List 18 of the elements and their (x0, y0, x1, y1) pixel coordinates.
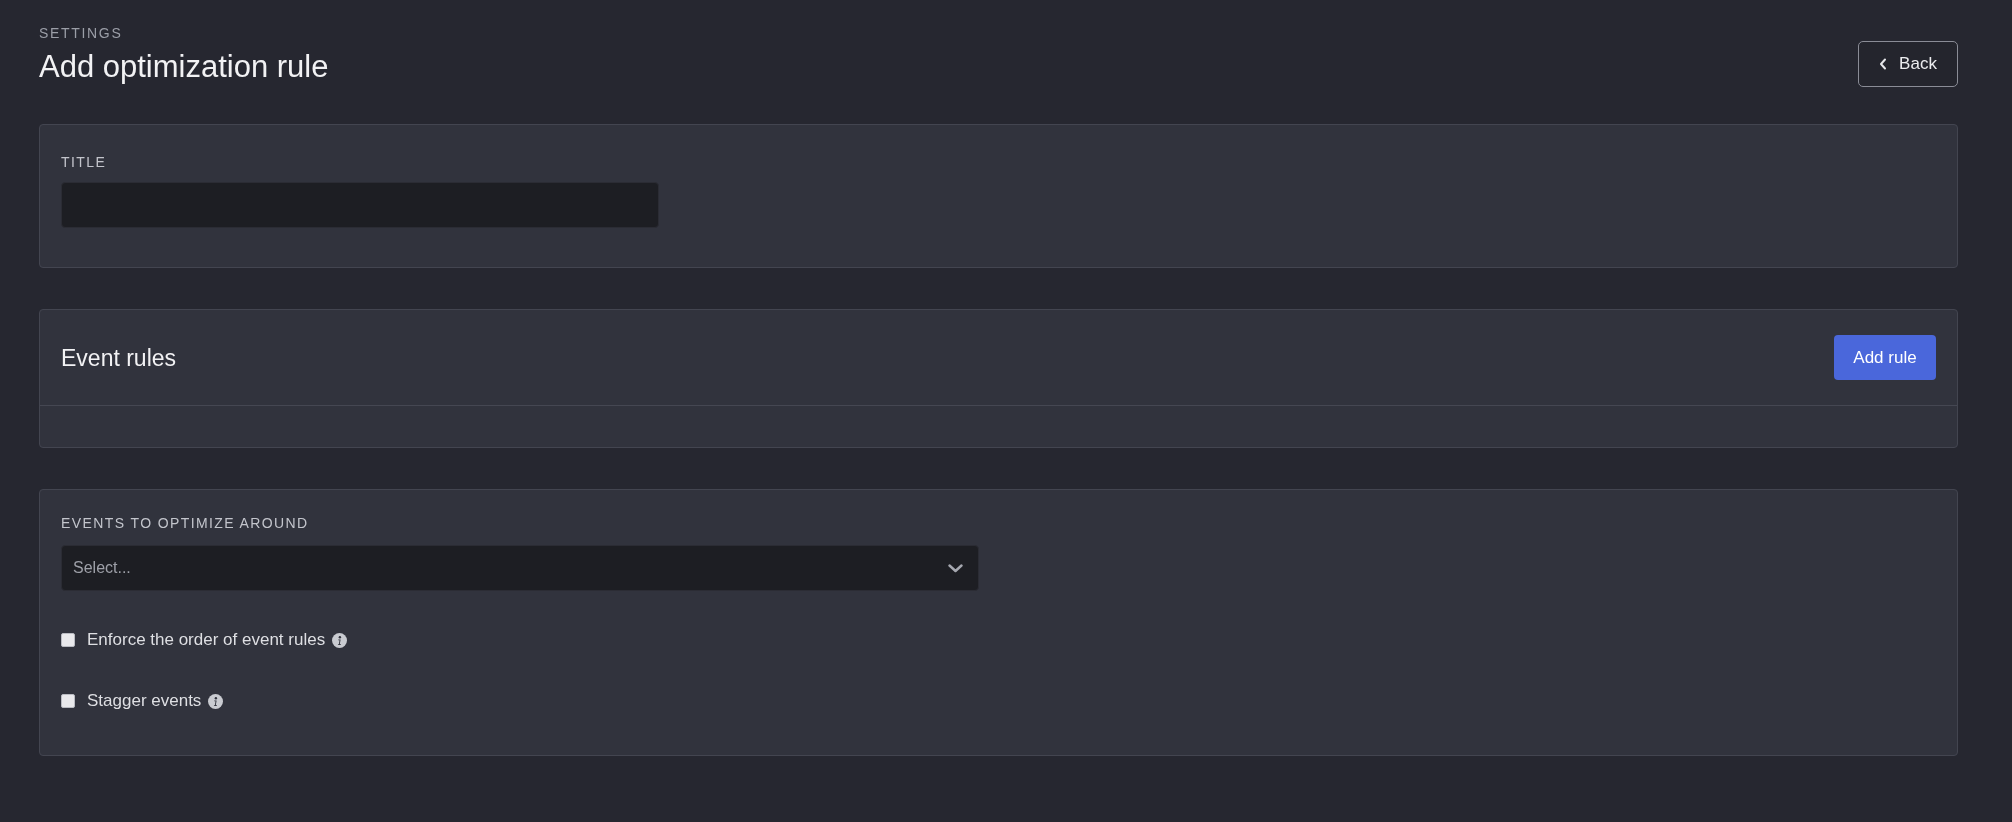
events-select[interactable]: Select... (61, 545, 979, 591)
section-heading: Event rules (61, 343, 177, 373)
breadcrumb: SETTINGS (39, 24, 123, 42)
back-button[interactable]: Back (1858, 41, 1958, 87)
field-label: TITLE (61, 153, 107, 171)
page-title: Add optimization rule (39, 48, 329, 86)
title-input[interactable] (61, 182, 659, 228)
checkbox-label[interactable]: Enforce the order of event rules (87, 627, 326, 653)
checkbox[interactable] (61, 694, 75, 708)
chevron-down-icon (948, 563, 963, 573)
add-rule-button[interactable]: Add rule (1834, 335, 1936, 380)
checkbox-label[interactable]: Stagger events (87, 688, 202, 714)
field-label: EVENTS TO OPTIMIZE AROUND (61, 514, 309, 532)
select-placeholder: Select... (73, 558, 131, 578)
chevron-left-icon (1879, 58, 1888, 70)
checkbox[interactable] (61, 633, 75, 647)
info-icon[interactable] (208, 693, 224, 709)
info-icon[interactable] (332, 632, 348, 648)
